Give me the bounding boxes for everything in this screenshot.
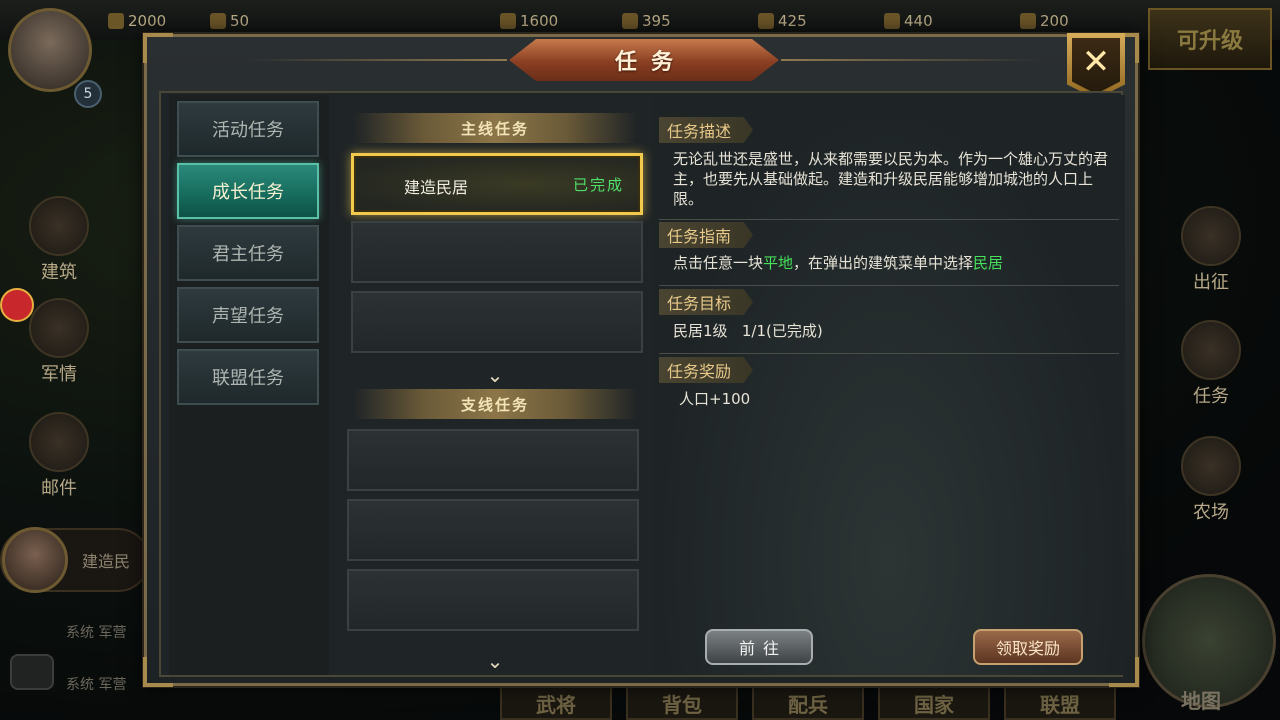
- stone-icon: [884, 13, 900, 29]
- wood-resource: 395: [622, 12, 671, 30]
- bottom-nav: 武将 背包 配兵 国家 联盟: [500, 686, 1116, 720]
- farm-side-button[interactable]: 农场: [1156, 436, 1266, 524]
- dialog-title-plate: 任务: [509, 39, 779, 81]
- chat-line: 系统 军营: [66, 625, 127, 641]
- march-icon: [1181, 206, 1241, 266]
- nav-bag[interactable]: 背包: [626, 686, 738, 720]
- quest-item-selected[interactable]: 建造民居 已完成: [351, 153, 643, 215]
- guide-text: 点击任意一块平地，在弹出的建筑菜单中选择民居: [673, 254, 1004, 272]
- ingot-icon: [210, 13, 226, 29]
- chat-bubble-icon[interactable]: [10, 654, 54, 690]
- build-side-button[interactable]: 建筑: [4, 196, 114, 284]
- category-alliance[interactable]: 联盟任务: [177, 349, 319, 405]
- grain-icon: [500, 13, 516, 29]
- minimap[interactable]: 地图: [1142, 574, 1276, 713]
- chevron-down-icon[interactable]: ⌄: [481, 651, 509, 671]
- guide-highlight-flat: 平地: [763, 254, 794, 272]
- quest-slot-empty: [347, 429, 639, 491]
- wood-icon: [622, 13, 638, 29]
- close-x-icon: ✕: [1072, 38, 1120, 94]
- ingot-resource: 50: [210, 12, 249, 30]
- chat-line: 系统 军营: [66, 677, 127, 693]
- scroll-icon: [1181, 320, 1241, 380]
- quest-slot-empty: [347, 499, 639, 561]
- guide-label: 任务指南: [659, 222, 754, 248]
- goal-label: 任务目标: [659, 289, 754, 315]
- close-button[interactable]: ✕: [1067, 33, 1125, 99]
- reward-text: 人口+100: [679, 390, 751, 408]
- stone-resource: 440: [884, 12, 933, 30]
- quest-item-status: 已完成: [572, 176, 624, 194]
- nav-alliance[interactable]: 联盟: [1004, 686, 1116, 720]
- intel-side-button[interactable]: 军情: [4, 298, 114, 386]
- nav-generals[interactable]: 武将: [500, 686, 612, 720]
- nav-troops[interactable]: 配兵: [752, 686, 864, 720]
- title-rule: [247, 59, 507, 61]
- category-prestige[interactable]: 声望任务: [177, 287, 319, 343]
- iron-icon: [758, 13, 774, 29]
- iron-resource: 425: [758, 12, 807, 30]
- upgrade-button[interactable]: 可升级: [1148, 8, 1272, 70]
- desc-text: 无论乱世还是盛世，从来都需要以民为本。作为一个雄心万丈的君主，也要先从基础做起。…: [673, 150, 1109, 208]
- frame-corner: [143, 33, 173, 63]
- quest-slot-empty: [347, 569, 639, 631]
- current-quest-pill[interactable]: 建造民: [0, 527, 150, 593]
- quest-side-button[interactable]: 任务: [1156, 320, 1266, 408]
- divider: [659, 285, 1119, 286]
- category-lord[interactable]: 君主任务: [177, 225, 319, 281]
- reward-label: 任务奖励: [659, 357, 754, 383]
- player-level-badge: 5: [74, 80, 102, 108]
- mail-icon: [29, 412, 89, 472]
- dialog-title: 任务: [614, 50, 687, 75]
- category-growth[interactable]: 成长任务: [177, 163, 319, 219]
- category-list: 活动任务 成长任务 君主任务 声望任务 联盟任务: [169, 95, 329, 675]
- advisor-avatar: [2, 527, 68, 593]
- main-quest-header: 主线任务: [353, 113, 637, 143]
- quest-slot-empty: [351, 291, 643, 353]
- title-rule: [781, 59, 1041, 61]
- coin-icon: [108, 13, 124, 29]
- mail-side-button[interactable]: 邮件: [4, 412, 114, 500]
- population-resource: 200: [1020, 12, 1069, 30]
- march-side-button[interactable]: 出征: [1156, 206, 1266, 294]
- claim-reward-button[interactable]: 领取奖励: [973, 629, 1083, 665]
- side-quest-header: 支线任务: [353, 389, 637, 419]
- quest-list: 主线任务 建造民居 已完成 ⌄ 支线任务 ⌄: [333, 95, 651, 675]
- intel-icon: [29, 298, 89, 358]
- quest-detail: 任务描述 无论乱世还是盛世，从来都需要以民为本。作为一个雄心万丈的君主，也要先从…: [653, 95, 1125, 675]
- category-activity[interactable]: 活动任务: [177, 101, 319, 157]
- go-button[interactable]: 前往: [705, 629, 813, 665]
- desc-label: 任务描述: [659, 117, 754, 143]
- quest-slot-empty: [351, 221, 643, 283]
- player-avatar[interactable]: [8, 8, 92, 92]
- goal-text: 民居1级 1/1(已完成): [673, 322, 823, 340]
- build-icon: [29, 196, 89, 256]
- chevron-down-icon[interactable]: ⌄: [481, 365, 509, 385]
- divider: [659, 353, 1119, 354]
- guide-highlight-house: 民居: [973, 254, 1004, 272]
- quest-dialog: 任务 ✕ 活动任务 成长任务 君主任务 声望任务 联盟任务 主线任务 建造民居 …: [143, 33, 1139, 687]
- farm-icon: [1181, 436, 1241, 496]
- person-icon: [1020, 13, 1036, 29]
- nav-nation[interactable]: 国家: [878, 686, 990, 720]
- divider: [659, 219, 1119, 220]
- gold-resource: 2000: [108, 12, 166, 30]
- grain-resource: 1600: [500, 12, 558, 30]
- quest-item-name: 建造民居: [404, 178, 469, 197]
